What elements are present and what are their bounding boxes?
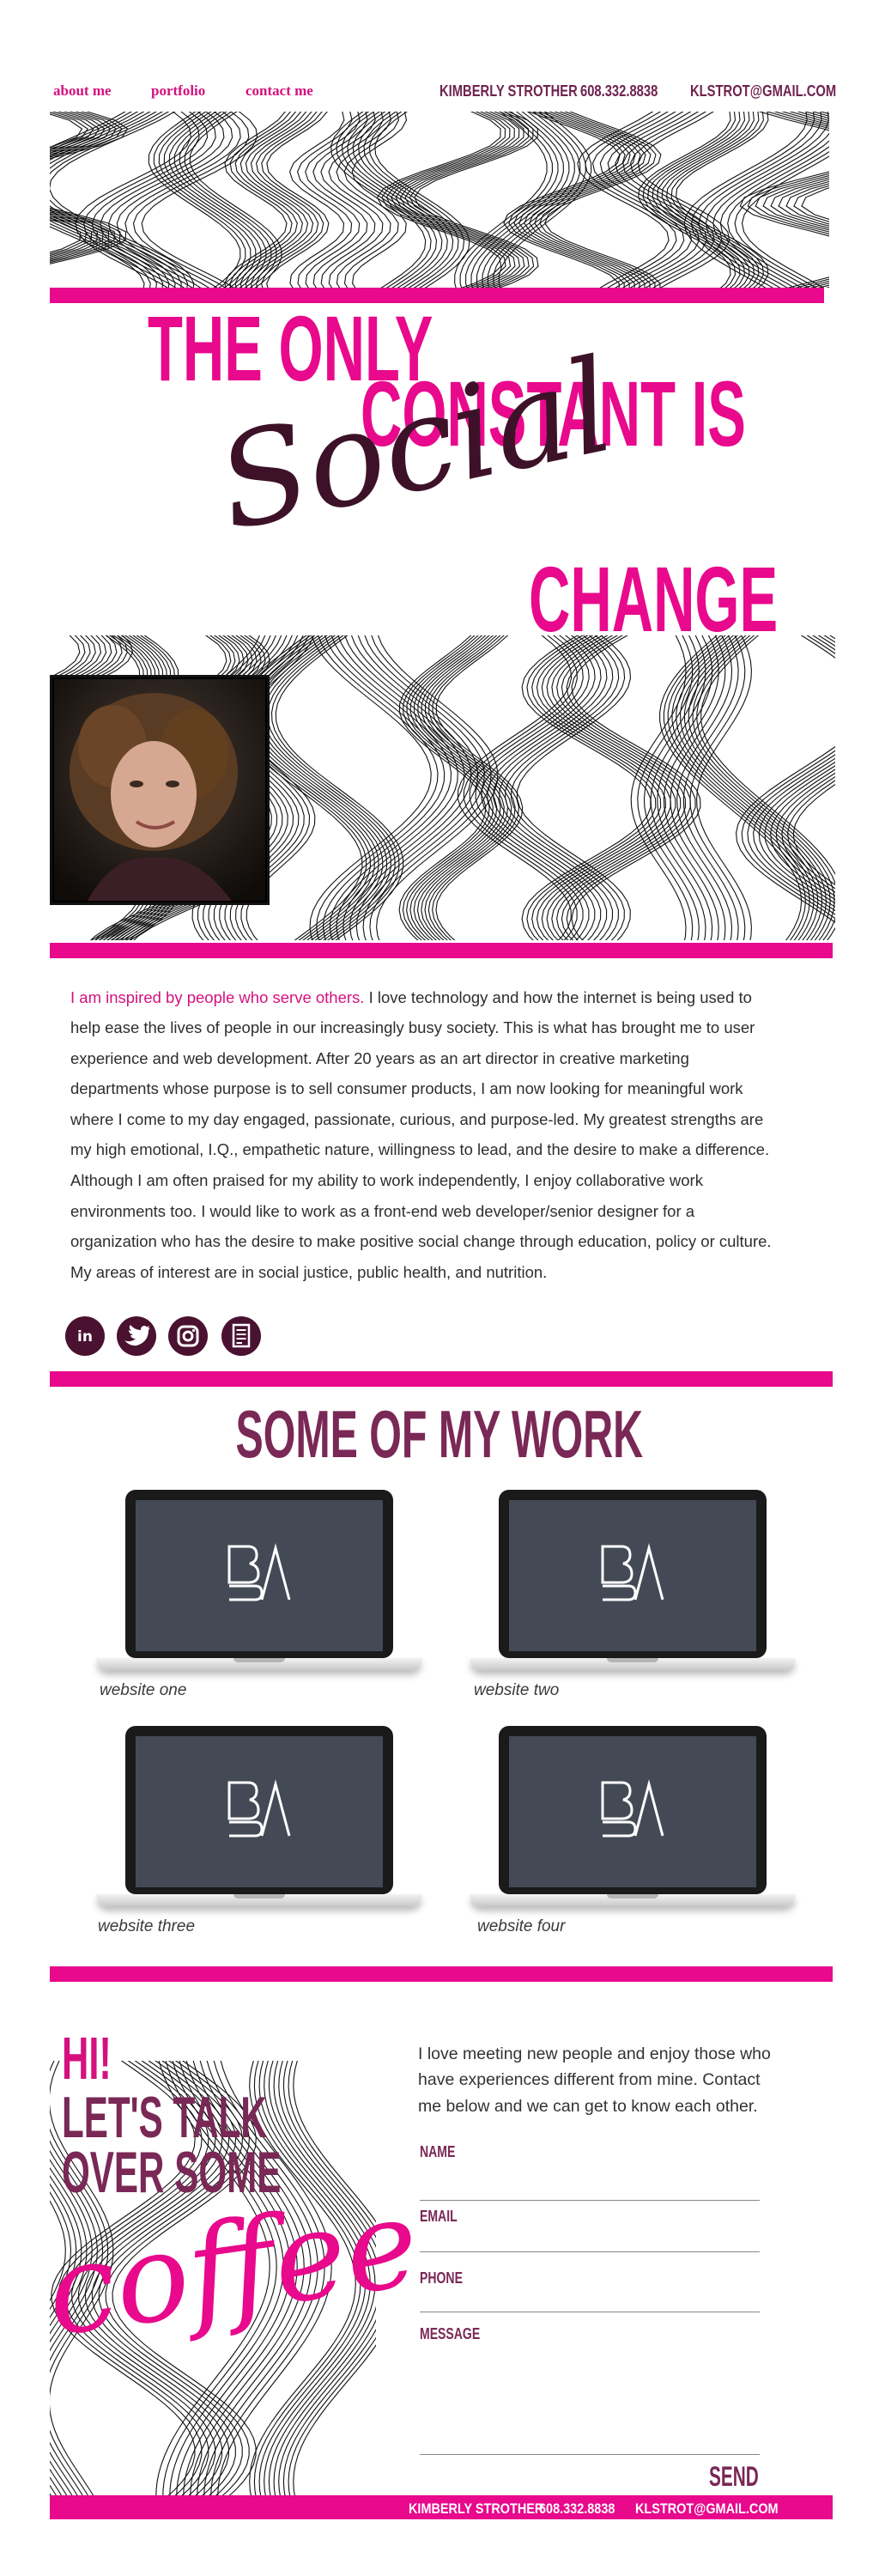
message-label: MESSAGE bbox=[420, 2325, 481, 2342]
brand-logo-icon bbox=[601, 1779, 664, 1838]
email-field[interactable] bbox=[420, 2233, 760, 2252]
nav-contact-me[interactable]: contact me bbox=[246, 82, 313, 100]
portfolio-caption-1: website one bbox=[100, 1681, 187, 1699]
header-name: KIMBERLY STROTHER bbox=[440, 82, 578, 100]
linkedin-icon: in bbox=[77, 1328, 93, 1346]
line-art-illustration bbox=[50, 112, 829, 288]
twitter-icon bbox=[124, 1325, 150, 1346]
nav-portfolio[interactable]: portfolio bbox=[151, 82, 205, 100]
footer-phone[interactable]: 608.332.8838 bbox=[539, 2500, 615, 2518]
phone-label: PHONE bbox=[420, 2269, 463, 2287]
pink-divider bbox=[50, 1371, 833, 1387]
work-heading: SOME OF MY WORK bbox=[235, 1396, 644, 1472]
brand-logo-icon bbox=[227, 1779, 291, 1838]
linkedin-button[interactable]: in bbox=[65, 1316, 105, 1356]
email-label: EMAIL bbox=[420, 2208, 458, 2225]
resume-icon bbox=[232, 1323, 251, 1348]
instagram-button[interactable] bbox=[168, 1316, 208, 1356]
resume-button[interactable] bbox=[221, 1316, 261, 1356]
portfolio-item-3[interactable] bbox=[96, 1726, 422, 1915]
twitter-button[interactable] bbox=[117, 1316, 156, 1356]
hero-line-change: CHANGE bbox=[529, 547, 779, 651]
portfolio-item-1[interactable] bbox=[96, 1490, 422, 1679]
contact-over-some: OVER SOME bbox=[62, 2140, 282, 2205]
brand-logo-icon bbox=[227, 1543, 291, 1601]
portfolio-item-4[interactable] bbox=[470, 1726, 796, 1915]
profile-photo bbox=[50, 675, 270, 905]
instagram-icon bbox=[177, 1325, 199, 1347]
header-phone[interactable]: 608.332.8838 bbox=[580, 82, 658, 100]
bio-lead: I am inspired by people who serve others… bbox=[70, 987, 365, 1006]
brand-logo-icon bbox=[601, 1543, 664, 1601]
send-button[interactable]: SEND bbox=[709, 2461, 759, 2493]
contact-lets-talk: LET'S TALK bbox=[62, 2085, 267, 2150]
contact-hi: HI! bbox=[62, 2025, 112, 2092]
name-label: NAME bbox=[420, 2143, 456, 2160]
nav-about-me[interactable]: about me bbox=[53, 82, 112, 100]
svg-text:in: in bbox=[77, 1328, 93, 1346]
phone-field[interactable] bbox=[420, 2293, 760, 2312]
header-email[interactable]: KLSTROT@GMAIL.COM bbox=[690, 82, 836, 100]
message-field[interactable] bbox=[420, 2353, 760, 2455]
name-field[interactable] bbox=[420, 2181, 760, 2201]
portfolio-caption-2: website two bbox=[474, 1681, 560, 1699]
pink-divider bbox=[50, 1966, 833, 1982]
pink-divider bbox=[50, 943, 833, 958]
portfolio-caption-3: website three bbox=[98, 1917, 196, 1935]
line-art-banner-top bbox=[50, 112, 829, 288]
contact-intro: I love meeting new people and enjoy thos… bbox=[418, 2044, 771, 2116]
bio-body: I love technology and how the internet i… bbox=[70, 987, 772, 1281]
footer-name: KIMBERLY STROTHER bbox=[409, 2500, 544, 2517]
bio-paragraph: I am inspired by people who serve others… bbox=[70, 982, 774, 1288]
footer-email[interactable]: KLSTROT@GMAIL.COM bbox=[635, 2500, 779, 2518]
portfolio-caption-4: website four bbox=[477, 1917, 566, 1935]
portfolio-item-2[interactable] bbox=[470, 1490, 796, 1679]
